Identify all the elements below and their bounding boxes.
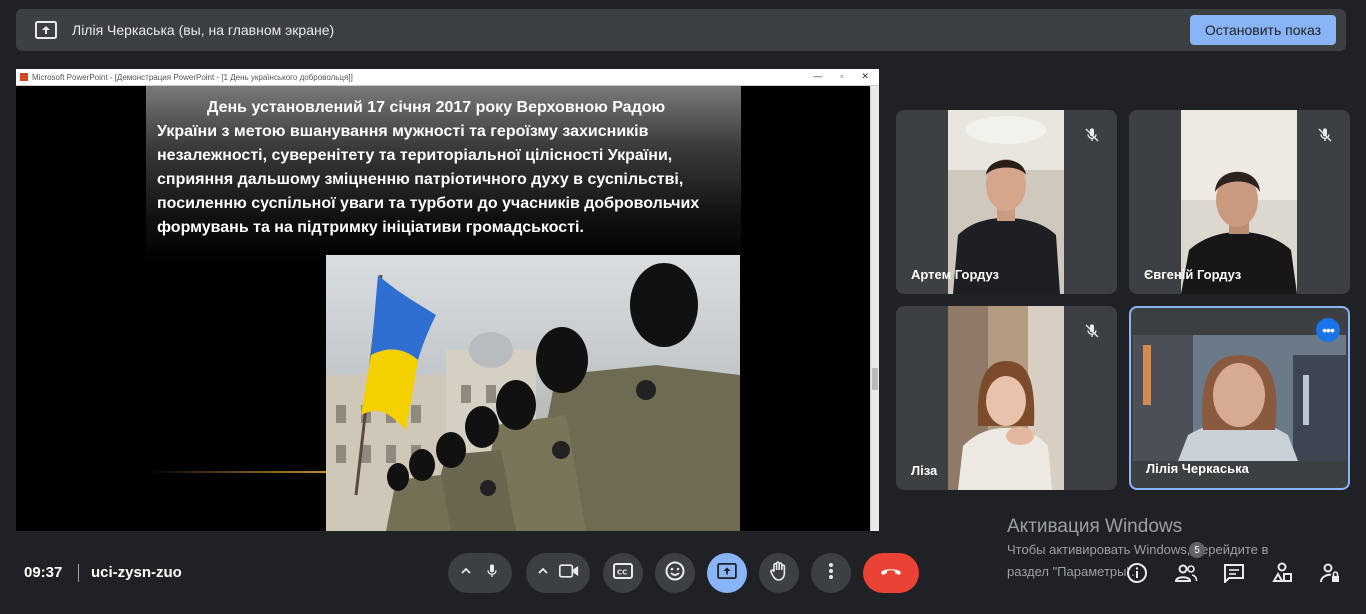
watermark-title: Активация Windows — [1007, 516, 1183, 537]
presentation-bar: Лілія Черкаська (вы, на главном экране) … — [16, 9, 1346, 51]
chat-button[interactable] — [1221, 560, 1247, 586]
mic-off-icon — [1081, 320, 1103, 342]
more-vert-icon — [828, 562, 834, 585]
hand-icon — [770, 560, 788, 586]
maximize-icon: ▫ — [840, 71, 844, 81]
stop-presenting-button[interactable]: Остановить показ — [1189, 15, 1336, 45]
leave-call-button[interactable] — [863, 553, 919, 593]
svg-text:CC: CC — [617, 568, 627, 576]
participant-tile-self[interactable]: ••• Лілія Черкаська — [1129, 306, 1350, 490]
captions-icon: CC — [613, 562, 633, 584]
meeting-controls: 09:37 uci-zysn-zuo CC 5 — [0, 540, 1366, 614]
more-options-button[interactable] — [811, 553, 851, 593]
participant-name: Ліза — [911, 463, 938, 478]
lock-person-icon — [1320, 563, 1339, 583]
host-controls-button[interactable] — [1317, 560, 1343, 586]
powerpoint-icon — [20, 73, 28, 81]
close-icon: ✕ — [861, 71, 869, 81]
chat-icon — [1224, 564, 1244, 583]
chevron-up-icon[interactable] — [537, 564, 549, 582]
minimize-icon: — — [813, 71, 823, 81]
mic-off-icon — [1081, 124, 1103, 146]
reactions-button[interactable] — [655, 553, 695, 593]
info-icon — [1127, 563, 1147, 583]
people-button[interactable] — [1173, 560, 1199, 586]
scrollbar-thumb[interactable] — [872, 368, 878, 390]
captions-button[interactable]: CC — [603, 553, 643, 593]
participant-name: Євгеній Гордуз — [1144, 267, 1242, 282]
participant-name: Артем Гордуз — [911, 267, 1000, 282]
slide: День установлений 17 січня 2017 року Вер… — [16, 86, 870, 531]
powerpoint-titlebar: Microsoft PowerPoint - [Демонстрация Pow… — [16, 69, 879, 86]
slide-text: День установлений 17 січня 2017 року Вер… — [157, 99, 700, 236]
participant-tile[interactable]: Артем Гордуз — [896, 110, 1117, 294]
mic-off-icon — [1314, 124, 1336, 146]
camera-icon[interactable] — [559, 563, 579, 584]
presenter-title: Лілія Черкаська (вы, на главном экране) — [72, 22, 335, 38]
end-call-icon — [879, 564, 903, 582]
people-count-badge: 5 — [1189, 542, 1205, 558]
camera-control[interactable] — [526, 553, 590, 593]
slide-photo-volunteers — [326, 255, 740, 531]
meeting-details-button[interactable] — [1124, 560, 1150, 586]
activities-button[interactable] — [1269, 560, 1295, 586]
shared-screen: Microsoft PowerPoint - [Демонстрация Pow… — [16, 69, 879, 531]
participant-name: Лілія Черкаська — [1146, 461, 1249, 476]
slide-decor-line — [146, 471, 326, 473]
present-screen-icon — [717, 562, 737, 584]
participant-tile[interactable]: Ліза — [896, 306, 1117, 490]
slide-scrollbar[interactable] — [870, 86, 879, 531]
microphone-control[interactable] — [448, 553, 512, 593]
divider — [78, 564, 79, 582]
people-icon — [1174, 564, 1198, 582]
participant-video — [1133, 335, 1346, 461]
activities-icon — [1272, 562, 1292, 582]
window-title: Microsoft PowerPoint - [Демонстрация Pow… — [32, 72, 353, 82]
emoji-icon — [665, 561, 685, 586]
meeting-code: uci-zysn-zuo — [91, 564, 182, 581]
more-options-button[interactable]: ••• — [1316, 318, 1340, 342]
present-screen-icon — [34, 18, 58, 42]
microphone-icon[interactable] — [484, 562, 500, 585]
participant-tile[interactable]: Євгеній Гордуз — [1129, 110, 1350, 294]
clock: 09:37 — [24, 564, 63, 581]
raise-hand-button[interactable] — [759, 553, 799, 593]
chevron-up-icon[interactable] — [460, 564, 472, 582]
present-now-button[interactable] — [707, 553, 747, 593]
participant-video — [948, 306, 1064, 490]
